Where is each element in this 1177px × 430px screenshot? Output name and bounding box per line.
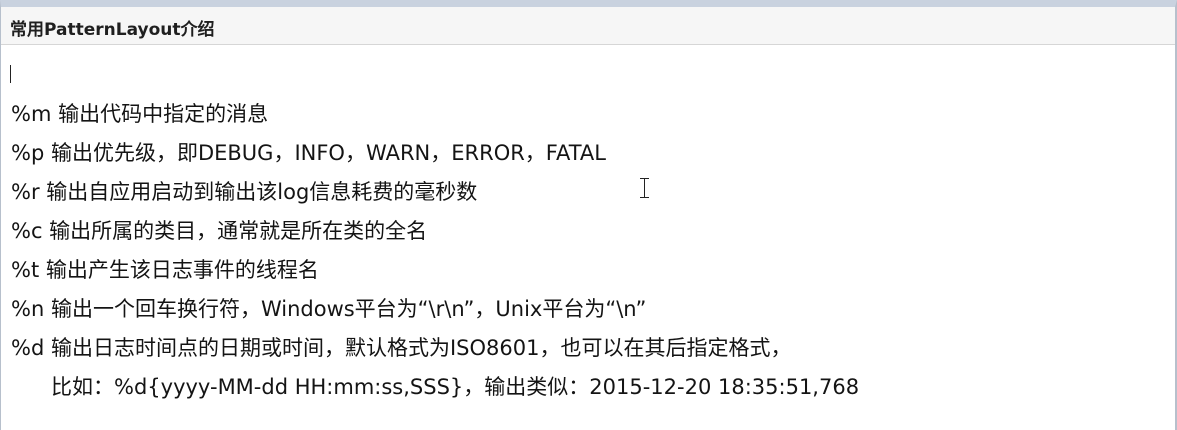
pattern-line-p: %p 输出优先级，即DEBUG，INFO，WARN，ERROR，FATAL	[11, 141, 606, 165]
text-caret-icon	[10, 65, 11, 83]
pattern-line-d: %d 输出日志时间点的日期或时间，默认格式为ISO8601，也可以在其后指定格式…	[11, 336, 792, 360]
pattern-line-n: %n 输出一个回车换行符，Windows平台为“\r\n”，Unix平台为“\n…	[11, 297, 647, 321]
pattern-line-d-example: 比如：%d{yyyy-MM-dd HH:mm:ss,SSS}，输出类似：2015…	[51, 375, 860, 399]
slide-title-bar: 常用PatternLayout介绍	[1, 7, 1175, 45]
document-window: 常用PatternLayout介绍 %m 输出代码中指定的消息 %p 输出优先级…	[0, 0, 1177, 430]
page-title: 常用PatternLayout介绍	[10, 20, 215, 40]
i-beam-cursor-icon	[639, 177, 651, 199]
pattern-line-t: %t 输出产生该日志事件的线程名	[11, 258, 319, 282]
pattern-line-m: %m 输出代码中指定的消息	[11, 102, 269, 126]
text-content-area[interactable]: %m 输出代码中指定的消息 %p 输出优先级，即DEBUG，INFO，WARN，…	[1, 45, 1175, 430]
pattern-line-c: %c 输出所属的类目，通常就是所在类的全名	[11, 219, 428, 243]
pattern-line-r: %r 输出自应用启动到输出该log信息耗费的毫秒数	[11, 180, 478, 204]
